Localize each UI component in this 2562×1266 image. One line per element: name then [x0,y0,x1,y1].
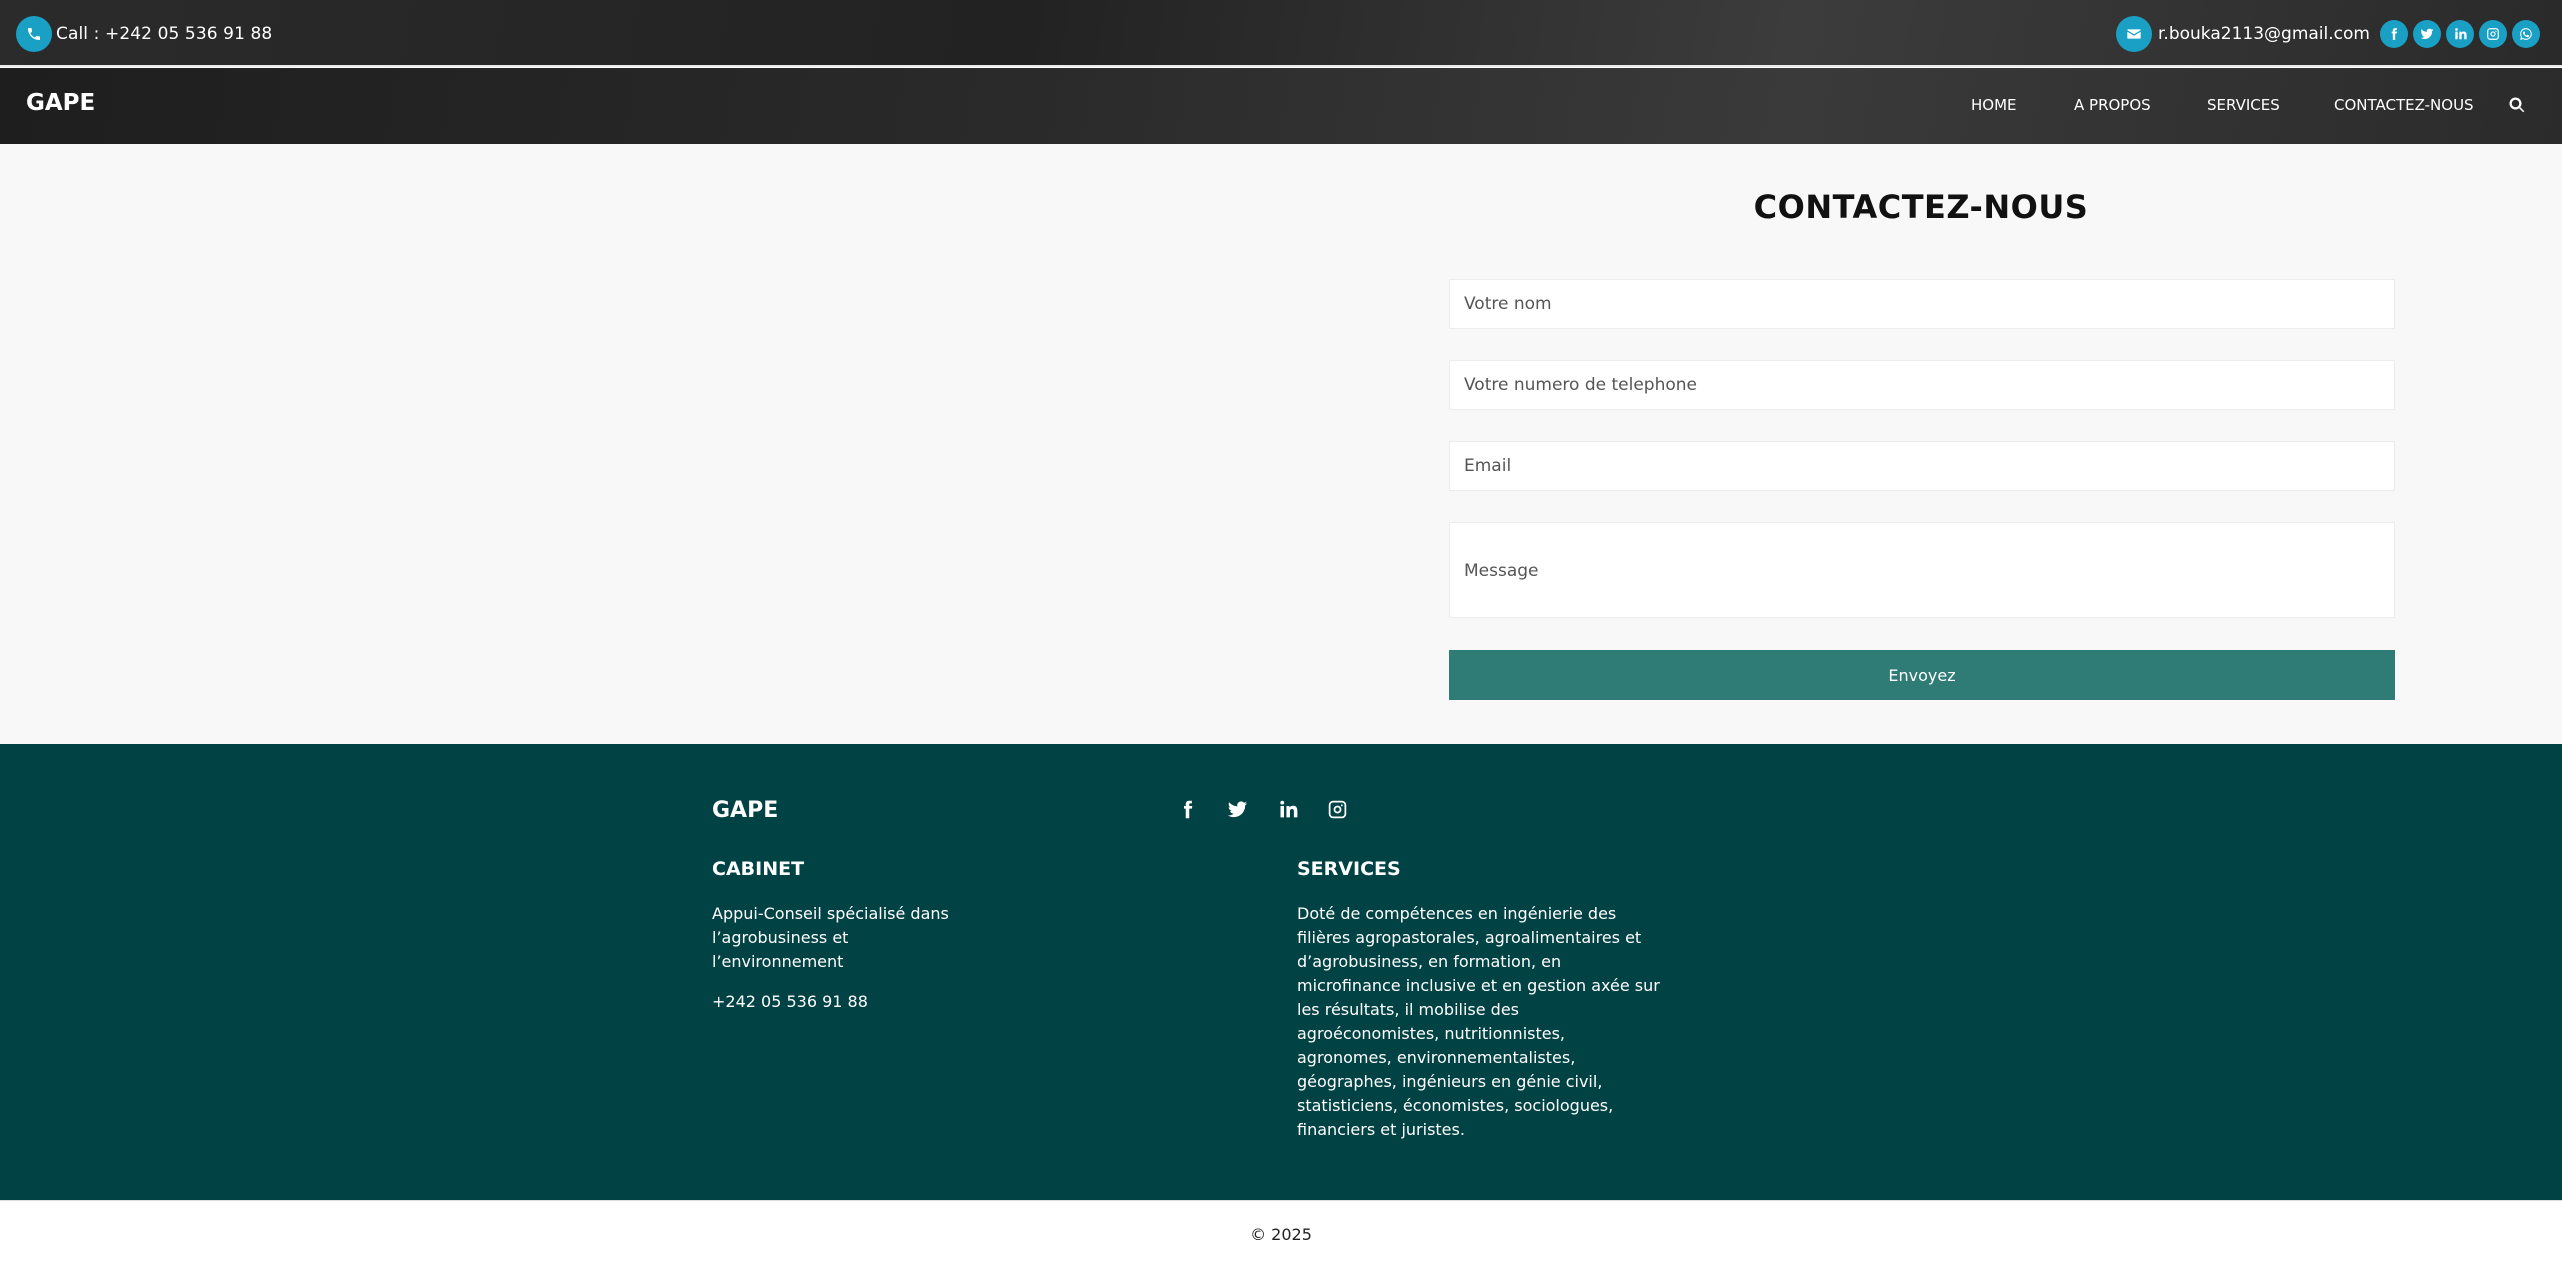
instagram-icon[interactable] [2479,20,2507,48]
cabinet-description: Appui-Conseil spécialisé dans l’agrobusi… [712,902,949,974]
services-line: microfinance inclusive et en gestion axé… [1297,976,1660,995]
twitter-icon[interactable] [2413,20,2441,48]
nav-menu: HOME A PROPOS SERVICES CONTACTEZ-NOUS [0,96,2562,120]
services-line: les résultats, il mobilise des [1297,1000,1520,1019]
contact-section: CONTACTEZ-NOUS Envoyez [0,144,2562,744]
email-info[interactable]: r.bouka2113@gmail.com [2116,16,2370,52]
nav-a-propos[interactable]: A PROPOS [2074,96,2151,114]
top-contact-bar: Call : +242 05 536 91 88 r.bouka2113@gma… [0,0,2562,67]
services-line: d’agrobusiness, en formation, en [1297,952,1562,971]
footer-logo: GAPE [712,798,779,823]
phone-icon [16,16,52,52]
linkedin-icon[interactable] [2446,20,2474,48]
copyright-bar: © 2025 [0,1200,2562,1266]
facebook-icon[interactable] [2380,20,2408,48]
facebook-icon[interactable] [1176,798,1198,820]
services-description: Doté de compétences en ingénierie des fi… [1297,902,1660,1142]
send-button[interactable]: Envoyez [1449,650,2395,700]
instagram-icon[interactable] [1326,798,1348,820]
services-heading: SERVICES [1297,858,1401,880]
footer-social-links [1176,798,1348,820]
nav-services[interactable]: SERVICES [2207,96,2280,114]
phone-input[interactable] [1449,360,2395,410]
nav-contactez-nous[interactable]: CONTACTEZ-NOUS [2334,96,2474,114]
nav-home[interactable]: HOME [1971,96,2017,114]
services-line: géographes, ingénieurs en génie civil, [1297,1072,1603,1091]
top-social-links [2380,20,2540,48]
email-address[interactable]: r.bouka2113@gmail.com [2158,24,2370,44]
cabinet-line: l’agrobusiness et [712,928,849,947]
twitter-icon[interactable] [1226,798,1248,820]
call-info: Call : +242 05 536 91 88 [16,16,272,52]
whatsapp-icon[interactable] [2512,20,2540,48]
services-line: Doté de compétences en ingénierie des [1297,904,1617,923]
cabinet-line: Appui-Conseil spécialisé dans [712,904,949,923]
email-input[interactable] [1449,441,2395,491]
name-input[interactable] [1449,279,2395,329]
services-line: agronomes, environnementalistes, [1297,1048,1576,1067]
copyright-text: © 2025 [1250,1225,1312,1244]
main-navbar: GAPE HOME A PROPOS SERVICES CONTACTEZ-NO… [0,68,2562,144]
linkedin-icon[interactable] [1276,798,1298,820]
services-line: financiers et juristes. [1297,1120,1465,1139]
contact-title: CONTACTEZ-NOUS [1753,188,2089,226]
call-phone-text: Call : +242 05 536 91 88 [56,24,273,44]
envelope-icon [2116,16,2152,52]
cabinet-line: l’environnement [712,952,844,971]
services-line: statisticiens, économistes, sociologues, [1297,1096,1614,1115]
cabinet-phone: +242 05 536 91 88 [712,992,868,1011]
search-icon[interactable] [2508,96,2528,116]
cabinet-heading: CABINET [712,858,805,880]
services-line: agroéconomistes, nutritionnistes, [1297,1024,1566,1043]
message-textarea[interactable] [1449,522,2395,618]
services-line: filières agropastorales, agroalimentaire… [1297,928,1642,947]
site-footer: GAPE CABINET Appui-Conseil spécialisé da… [0,744,2562,1200]
